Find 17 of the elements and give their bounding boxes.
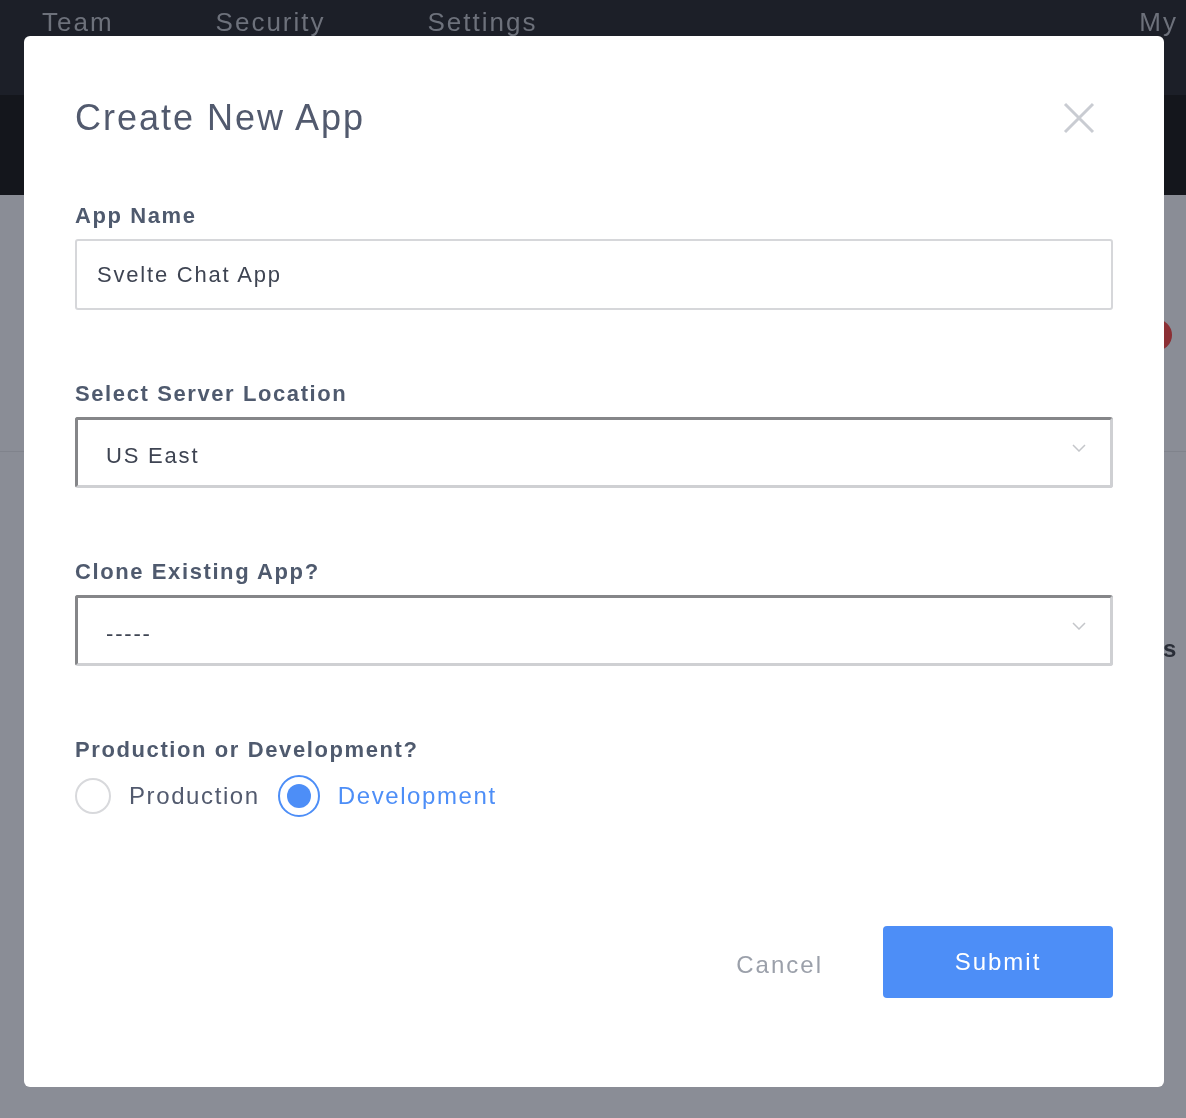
field-label: Production or Development?: [75, 737, 420, 763]
chevron-down-icon: [1072, 621, 1086, 630]
background-text: s: [1163, 635, 1177, 663]
radio-button[interactable]: [277, 775, 320, 817]
dropdown-select[interactable]: -----: [75, 595, 1113, 666]
submit-button[interactable]: Submit: [883, 926, 1113, 998]
text-input[interactable]: Svelte Chat App: [75, 239, 1113, 310]
radio-label[interactable]: Production: [129, 782, 260, 810]
chevron-down-icon: [1072, 443, 1086, 452]
radio-label[interactable]: Development: [337, 782, 497, 810]
field-label: Clone Existing App?: [75, 559, 321, 585]
dialog-title: Create New App: [75, 96, 366, 140]
dropdown-select[interactable]: US East: [75, 417, 1113, 488]
field-label: Select Server Location: [75, 381, 349, 407]
cancel-button[interactable]: Cancel: [732, 945, 827, 979]
close-icon[interactable]: [1063, 102, 1095, 134]
field-label: App Name: [75, 203, 198, 229]
